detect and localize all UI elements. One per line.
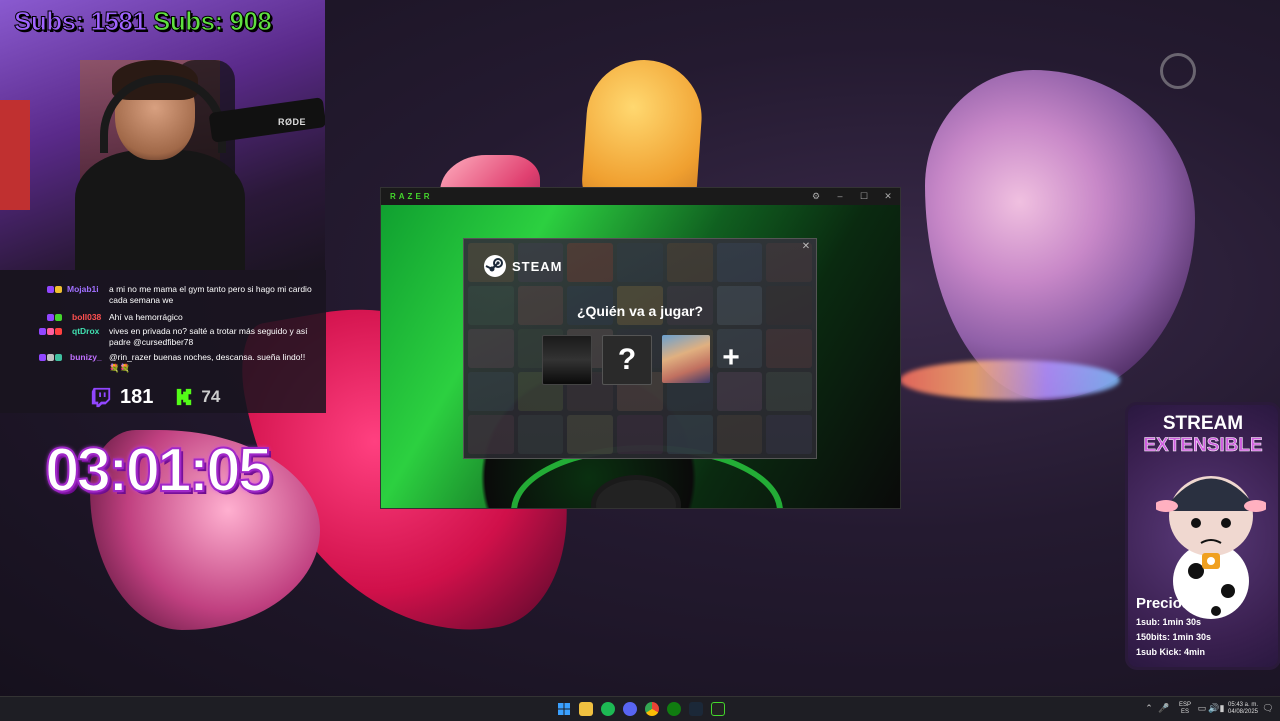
language-code: ESP [1178, 702, 1191, 708]
chat-text: @rin_razer buenas noches, descansa. sueñ… [109, 352, 306, 373]
prices-heading: Precios [1136, 595, 1191, 612]
kick-viewer-count: 74 [201, 387, 221, 406]
window-titlebar[interactable]: RAZER ⚙ – ☐ ✕ [381, 188, 900, 205]
circle-icon [1160, 53, 1196, 89]
chrome-icon[interactable] [645, 702, 659, 716]
discord-icon[interactable] [623, 702, 637, 716]
steam-brand-text: STEAM [512, 258, 563, 274]
windows-taskbar: ⌃ 🎤 ESP ES ▭ 🔊 ▮ 05:43 a. m. 04/08/2025 … [0, 696, 1280, 721]
panel-subtitle: EXTENSIBLE [1143, 435, 1263, 457]
chat-text: Ahí va hemorrágico [109, 312, 183, 322]
subs-twitch: Subs: 1581 [13, 6, 147, 37]
windows-start-icon[interactable] [557, 702, 571, 716]
twitch-viewer-count: 181 [120, 385, 154, 408]
language-indicator[interactable]: ESP ES [1177, 702, 1193, 716]
chat-username: Mojab1i [67, 284, 99, 294]
price-line: 1sub: 1min 30s [1136, 617, 1202, 627]
chat-text: a mi no me mama el gym tanto pero si hag… [109, 284, 312, 305]
steam-icon [484, 255, 506, 277]
steam-logo: STEAM [484, 255, 563, 277]
network-icon[interactable]: ▭ [1196, 703, 1208, 714]
kick-icon [177, 388, 192, 406]
wallpaper-glow [900, 360, 1120, 400]
steam-icon[interactable] [689, 702, 703, 716]
keyboard-layout: ES [1180, 709, 1189, 715]
maximize-button[interactable]: ☐ [857, 190, 871, 202]
razer-logo: RAZER [390, 192, 433, 201]
background-box [0, 100, 30, 210]
stream-timer: 03:01:05 [44, 435, 273, 506]
streamer-body [75, 150, 245, 270]
clock-date: 04/08/2025 [1227, 709, 1259, 715]
panel-title: STREAM [1162, 413, 1244, 434]
user-badges [34, 312, 62, 323]
wallpaper-shape-right [925, 70, 1195, 400]
chat-username: boll038 [72, 312, 102, 322]
user-badges [34, 352, 62, 363]
price-line: 1sub Kick: 4min [1136, 647, 1206, 657]
profile-avatar-unknown[interactable]: ? [602, 335, 652, 385]
minimize-button[interactable]: – [833, 190, 847, 202]
chat-username: bunizy_ [70, 352, 102, 362]
microphone-icon[interactable]: 🎤 [1158, 703, 1170, 714]
subs-kick: Subs: 908 [153, 6, 273, 37]
viewer-counts: 181 74 [90, 385, 220, 409]
settings-icon[interactable]: ⚙ [809, 190, 823, 202]
twitch-icon [91, 387, 111, 408]
razer-icon[interactable] [711, 702, 725, 716]
xbox-icon[interactable] [667, 702, 681, 716]
steam-user-select-dialog: ✕ STEAM ¿Quién va a jugar? ? + [463, 238, 817, 459]
webcam-feed: RØDE [0, 0, 325, 270]
close-button[interactable]: ✕ [881, 190, 895, 202]
chat-username: qtDrox [72, 326, 100, 336]
user-badges [34, 284, 62, 295]
file-explorer-icon[interactable] [579, 702, 593, 716]
price-line: 150bits: 1min 30s [1136, 632, 1212, 642]
user-badges [34, 326, 62, 337]
clock-time: 05:43 a. m. [1227, 702, 1259, 708]
subs-counter: Subs: 1581 Subs: 908 [13, 6, 273, 37]
clock[interactable]: 05:43 a. m. 04/08/2025 [1225, 702, 1261, 716]
chat-text: vives en privada no? salté a trotar más … [109, 326, 308, 347]
mic-brand-label: RØDE [278, 117, 307, 127]
spotify-icon[interactable] [601, 702, 615, 716]
add-account-button[interactable]: + [720, 343, 742, 373]
profile-avatar-1[interactable] [542, 335, 592, 385]
dialog-question: ¿Quién va a jugar? [576, 303, 704, 319]
notification-icon[interactable]: 🗨 [1262, 703, 1274, 714]
close-button[interactable]: ✕ [800, 241, 812, 253]
stream-extensible-panel: STREAM EXTENSIBLE Precios 1sub: 1min 30s… [1125, 402, 1280, 670]
profile-avatar-3[interactable] [662, 335, 710, 383]
chevron-up-icon[interactable]: ⌃ [1143, 703, 1155, 714]
